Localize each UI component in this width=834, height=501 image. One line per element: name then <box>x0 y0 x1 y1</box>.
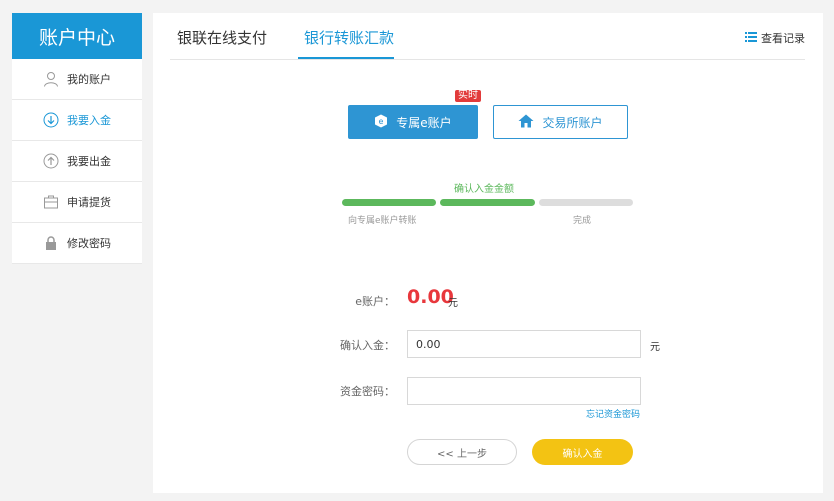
password-label: 资金密码： <box>340 385 395 398</box>
e-account-icon: e <box>374 114 388 131</box>
sidebar-item-label: 申请提货 <box>67 196 111 209</box>
amount-input[interactable] <box>407 330 641 358</box>
step-label-transfer: 向专属e账户转账 <box>348 216 417 226</box>
arrow-down-circle-icon <box>43 112 59 128</box>
balance-value: 0.00 <box>407 286 454 308</box>
tab-bar: 银联在线支付 银行转账汇款 <box>170 13 805 60</box>
view-records-label: 查看记录 <box>761 32 805 45</box>
balance-unit: 元 <box>448 298 458 309</box>
confirm-deposit-button[interactable]: 确认入金 <box>532 439 633 465</box>
sidebar-item-pickup[interactable]: 申请提货 <box>12 182 142 223</box>
tab-unionpay-online[interactable]: 银联在线支付 <box>177 27 267 48</box>
realtime-badge: 实时 <box>455 90 481 102</box>
exchange-account-label: 交易所账户 <box>542 115 603 130</box>
exchange-account-button[interactable]: 交易所账户 <box>493 105 628 139</box>
home-icon <box>518 114 534 131</box>
amount-unit: 元 <box>650 342 660 353</box>
step-bar-1 <box>342 199 436 206</box>
sidebar-item-label: 我要出金 <box>67 155 111 168</box>
view-records-link[interactable]: 查看记录 <box>745 30 805 46</box>
lock-icon <box>43 235 59 251</box>
tab-bank-transfer[interactable]: 银行转账汇款 <box>304 27 394 48</box>
sidebar-item-label: 我的账户 <box>67 73 111 86</box>
amount-label: 确认入金： <box>340 339 395 352</box>
user-icon <box>43 71 59 87</box>
sidebar-item-withdraw[interactable]: 我要出金 <box>12 141 142 182</box>
step-label-complete: 完成 <box>573 216 592 226</box>
active-tab-indicator <box>298 57 394 59</box>
step-bar-3 <box>539 199 633 206</box>
forgot-password-link[interactable]: 忘记资金密码 <box>586 407 640 420</box>
sidebar: 账户中心 我的账户 我要入金 我要出金 申请提货 修改密码 <box>12 13 142 264</box>
list-icon <box>745 31 757 45</box>
sidebar-item-my-account[interactable]: 我的账户 <box>12 59 142 100</box>
sidebar-title: 账户中心 <box>12 13 142 59</box>
step-bar-2 <box>440 199 535 206</box>
fund-password-input[interactable] <box>407 377 641 405</box>
main-panel: 银联在线支付 银行转账汇款 查看记录 实时 e 专属e账户 交易所账户 确认入金… <box>153 13 823 493</box>
sidebar-item-label: 修改密码 <box>67 237 111 250</box>
previous-step-button[interactable]: << 上一步 <box>407 439 517 465</box>
sidebar-item-deposit[interactable]: 我要入金 <box>12 100 142 141</box>
arrow-up-circle-icon <box>43 153 59 169</box>
sidebar-item-change-password[interactable]: 修改密码 <box>12 223 142 264</box>
balance-label: e账户： <box>355 295 395 308</box>
exclusive-e-account-label: 专属e账户 <box>396 115 452 130</box>
briefcase-icon <box>43 194 59 210</box>
sidebar-item-label: 我要入金 <box>67 114 111 127</box>
step-current-label: 确认入金金额 <box>454 184 514 195</box>
svg-text:e: e <box>379 117 384 126</box>
exclusive-e-account-button[interactable]: e 专属e账户 <box>348 105 478 139</box>
